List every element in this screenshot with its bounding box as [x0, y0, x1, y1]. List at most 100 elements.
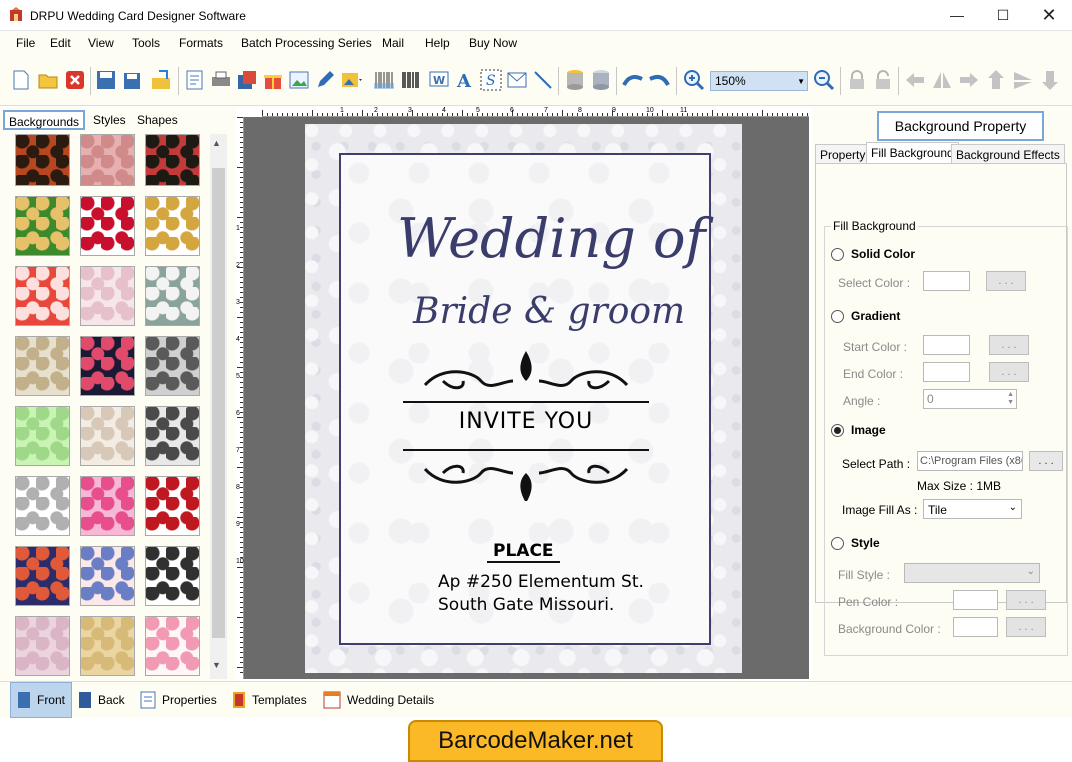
new-icon[interactable]	[10, 69, 32, 91]
menu-buy-now[interactable]: Buy Now	[469, 36, 517, 50]
style-radio[interactable]	[831, 537, 844, 550]
card-names-text[interactable]: Bride & groom	[413, 291, 685, 332]
menu-mail[interactable]: Mail	[382, 36, 404, 50]
open-icon[interactable]	[37, 69, 59, 91]
arrow-up-icon[interactable]	[985, 69, 1007, 91]
menu-tools[interactable]: Tools	[132, 36, 160, 50]
end-color-button[interactable]: . . .	[989, 362, 1029, 382]
word-art-icon[interactable]: W	[428, 69, 450, 91]
tab-properties[interactable]: Properties	[134, 682, 223, 718]
zoom-in-icon[interactable]	[683, 69, 705, 91]
lock-icon[interactable]	[846, 69, 868, 91]
background-thumbnail[interactable]	[80, 336, 135, 396]
save-as-icon[interactable]	[122, 69, 144, 91]
background-thumbnail[interactable]	[15, 546, 70, 606]
arrow-left-icon[interactable]	[904, 69, 926, 91]
angle-spinner[interactable]: 0 ▲ ▼	[923, 389, 1017, 409]
close-file-icon[interactable]	[64, 69, 86, 91]
pen-color-swatch[interactable]	[953, 590, 998, 610]
background-thumbnail[interactable]	[80, 134, 135, 186]
flip-vertical-icon[interactable]	[1012, 69, 1034, 91]
tab-back[interactable]: Back	[72, 682, 131, 718]
export-icon[interactable]	[150, 69, 172, 91]
minimize-button[interactable]: —	[934, 0, 980, 30]
gradient-radio[interactable]	[831, 310, 844, 323]
background-thumbnail[interactable]	[15, 336, 70, 396]
picture-icon[interactable]	[341, 69, 363, 91]
background-thumbnail[interactable]	[15, 134, 70, 186]
menu-file[interactable]: File	[16, 36, 35, 50]
image-fill-select[interactable]: Tile ⌄	[923, 499, 1022, 519]
maximize-button[interactable]: ☐	[980, 0, 1026, 30]
print-preview-icon[interactable]	[236, 69, 258, 91]
menu-edit[interactable]: Edit	[50, 36, 71, 50]
thumbnail-scrollbar[interactable]: ▲ ▼	[210, 134, 227, 679]
tab-fill-background[interactable]: Fill Background	[866, 142, 959, 163]
background-color-swatch[interactable]	[953, 617, 998, 637]
address-line-1[interactable]: Ap #250 Elementum St.	[438, 572, 644, 592]
select-path-field[interactable]: C:\Program Files (x86	[917, 451, 1023, 471]
image-radio[interactable]	[831, 424, 844, 437]
select-path-button[interactable]: . . .	[1029, 451, 1063, 471]
background-thumbnail[interactable]	[80, 546, 135, 606]
tab-background-effects[interactable]: Background Effects	[951, 144, 1065, 163]
menu-view[interactable]: View	[88, 36, 114, 50]
background-thumbnail[interactable]	[15, 406, 70, 466]
wedding-card[interactable]: Wedding of Bride & groom INVITE YOU PLAC…	[305, 124, 742, 673]
background-thumbnail[interactable]	[145, 196, 200, 256]
menu-help[interactable]: Help	[425, 36, 450, 50]
mail-icon[interactable]	[506, 69, 528, 91]
background-thumbnail[interactable]	[15, 266, 70, 326]
background-thumbnail[interactable]	[145, 616, 200, 676]
place-label[interactable]: PLACE	[487, 541, 560, 563]
arrow-right-icon[interactable]	[958, 69, 980, 91]
background-thumbnail[interactable]	[145, 476, 200, 536]
database-icon[interactable]	[564, 69, 586, 91]
end-color-swatch[interactable]	[923, 362, 970, 382]
print-icon[interactable]	[210, 69, 232, 91]
start-color-button[interactable]: . . .	[989, 335, 1029, 355]
chevron-up-icon[interactable]: ▲	[212, 138, 221, 148]
solid-color-radio[interactable]	[831, 248, 844, 261]
zoom-combo[interactable]: 150% ▼	[710, 71, 808, 91]
tab-wedding-details[interactable]: Wedding Details	[317, 682, 440, 718]
redo-icon[interactable]	[648, 69, 670, 91]
select-text-icon[interactable]: S	[480, 69, 502, 91]
background-thumbnail[interactable]	[15, 196, 70, 256]
invite-you-text[interactable]: INVITE YOU	[403, 409, 649, 434]
gift-icon[interactable]	[262, 69, 284, 91]
tab-templates[interactable]: Templates	[226, 682, 313, 718]
start-color-swatch[interactable]	[923, 335, 970, 355]
fill-style-select[interactable]: ⌄	[904, 563, 1040, 583]
text-icon[interactable]: A	[454, 69, 476, 91]
background-thumbnail[interactable]	[80, 616, 135, 676]
close-button[interactable]: ✕	[1026, 0, 1072, 30]
background-thumbnail[interactable]	[15, 476, 70, 536]
properties-icon[interactable]	[184, 69, 206, 91]
background-color-button[interactable]: . . .	[1006, 617, 1046, 637]
spinner-arrows-icon[interactable]: ▲ ▼	[1007, 391, 1014, 407]
tab-front[interactable]: Front	[10, 682, 72, 718]
menu-formats[interactable]: Formats	[179, 36, 223, 50]
flip-horizontal-icon[interactable]	[931, 69, 953, 91]
select-color-button[interactable]: . . .	[986, 271, 1026, 291]
save-icon[interactable]	[95, 69, 117, 91]
undo-icon[interactable]	[622, 69, 644, 91]
background-thumbnail[interactable]	[80, 196, 135, 256]
image-insert-icon[interactable]	[288, 69, 310, 91]
pen-icon[interactable]	[314, 69, 336, 91]
background-thumbnail[interactable]	[145, 266, 200, 326]
pen-color-button[interactable]: . . .	[1006, 590, 1046, 610]
background-thumbnail[interactable]	[145, 336, 200, 396]
database-settings-icon[interactable]	[590, 69, 612, 91]
background-thumbnail[interactable]	[80, 266, 135, 326]
tab-backgrounds[interactable]: Backgrounds	[3, 110, 86, 130]
background-thumbnail[interactable]	[80, 476, 135, 536]
background-thumbnail[interactable]	[15, 616, 70, 676]
arrow-down-icon[interactable]	[1039, 69, 1061, 91]
background-thumbnail[interactable]	[145, 134, 200, 186]
background-thumbnail[interactable]	[80, 406, 135, 466]
background-thumbnail[interactable]	[145, 546, 200, 606]
unlock-icon[interactable]	[872, 69, 894, 91]
menu-batch-processing[interactable]: Batch Processing Series	[241, 36, 372, 50]
